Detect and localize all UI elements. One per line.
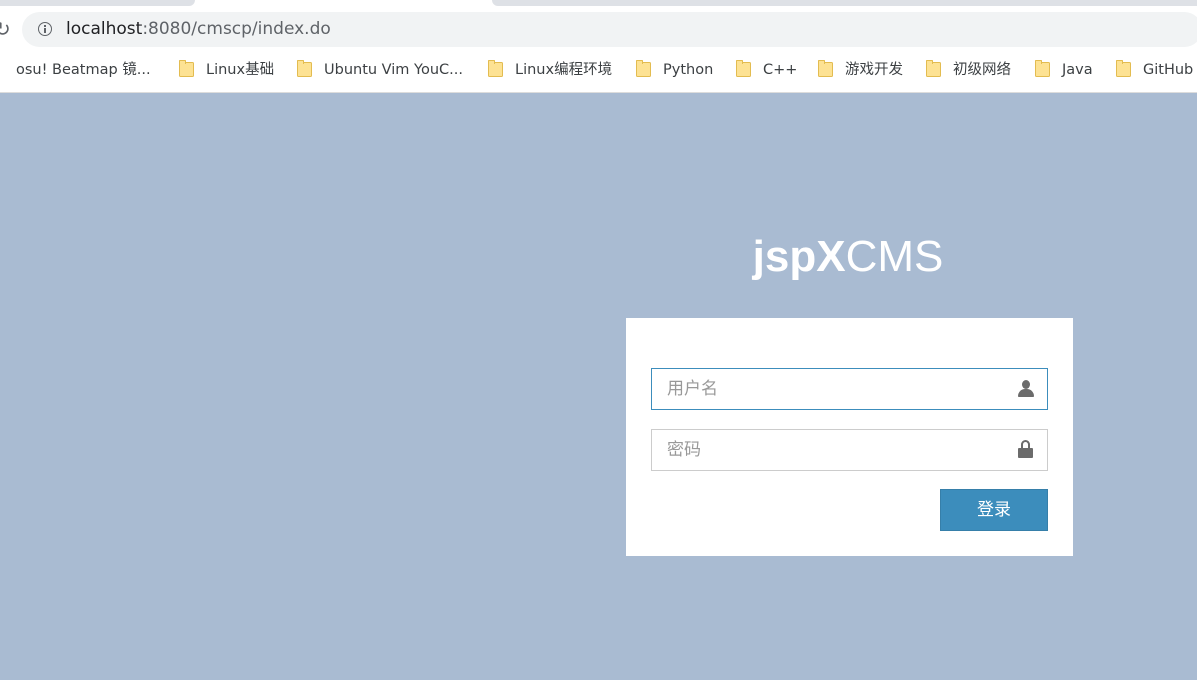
bookmarks-bar: osu! Beatmap 镜... Linux基础 Ubuntu Vim You… (0, 56, 1197, 84)
folder-icon (488, 60, 503, 77)
username-input[interactable] (652, 369, 1017, 409)
folder-icon (1116, 60, 1131, 77)
bookmark-label: Linux编程环境 (515, 62, 613, 78)
title-bold-part: jspX (752, 232, 846, 281)
folder-icon (636, 60, 651, 77)
site-info-icon[interactable] (38, 22, 52, 36)
tab-strip (0, 0, 1197, 7)
url-path: :8080/cmscp/index.do (142, 19, 331, 39)
inactive-tab-left[interactable] (0, 0, 195, 6)
folder-icon (818, 60, 833, 77)
bookmark-label: 初级网络 (953, 62, 1011, 78)
bookmark-label: Linux基础 (206, 62, 275, 78)
bookmark-label: C++ (763, 62, 798, 78)
bookmark-label: Ubuntu Vim YouC... (324, 62, 463, 78)
browser-chrome: ↻ localhost:8080/cmscp/index.do osu! Bea… (0, 0, 1197, 93)
bookmark-label: 游戏开发 (845, 62, 903, 78)
inactive-tab-right[interactable] (492, 0, 1197, 6)
bookmark-item[interactable]: osu! Beatmap 镜... (16, 59, 151, 81)
url-text[interactable]: localhost:8080/cmscp/index.do (66, 19, 331, 39)
reload-icon[interactable]: ↻ (0, 16, 11, 42)
lock-icon (1018, 440, 1033, 459)
password-field[interactable] (651, 429, 1048, 471)
login-card: 登录 (626, 318, 1073, 556)
username-field[interactable] (651, 368, 1048, 410)
bookmark-label: osu! Beatmap 镜... (16, 62, 151, 78)
bookmark-label: Python (663, 62, 714, 78)
folder-icon (1035, 60, 1050, 77)
login-title: jspXCMS (700, 232, 996, 282)
user-icon (1017, 380, 1035, 398)
login-button[interactable]: 登录 (940, 489, 1048, 531)
url-host: localhost (66, 19, 143, 39)
password-input[interactable] (652, 430, 1017, 470)
title-regular-part: CMS (845, 232, 944, 281)
address-bar[interactable]: localhost:8080/cmscp/index.do (22, 12, 1197, 47)
folder-icon (297, 60, 312, 77)
folder-icon (926, 60, 941, 77)
folder-icon (179, 60, 194, 77)
folder-icon (736, 60, 751, 77)
bookmark-label: GitHub (1143, 62, 1194, 78)
bookmark-label: Java (1062, 62, 1093, 78)
